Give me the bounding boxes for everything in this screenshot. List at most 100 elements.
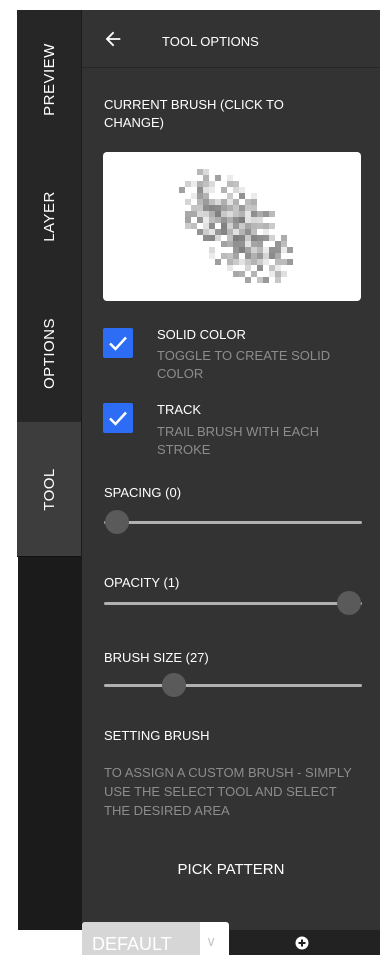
brush-pixel xyxy=(233,259,239,265)
brush-pixel xyxy=(233,235,239,241)
brush-pattern-image xyxy=(179,169,293,283)
brush-pixel xyxy=(221,205,227,211)
brush-pixel xyxy=(227,253,233,259)
brush-pixel xyxy=(233,187,239,193)
slider-thumb[interactable] xyxy=(104,510,129,534)
brush-pixel xyxy=(239,271,245,277)
slider-thumb[interactable] xyxy=(337,591,362,615)
brush-pixel xyxy=(221,211,227,217)
brush-pixel xyxy=(281,259,287,265)
brush-pixel xyxy=(251,241,257,247)
brush-pixel xyxy=(209,217,215,223)
brush-pixel xyxy=(227,223,233,229)
brush-pixel xyxy=(215,175,221,181)
brush-pixel xyxy=(263,247,269,253)
brush-pixel xyxy=(221,199,227,205)
brush-pixel xyxy=(275,259,281,265)
pick-pattern-button[interactable]: PICK PATTERN xyxy=(82,845,380,893)
brush-pixel xyxy=(263,235,269,241)
brush-pixel xyxy=(197,217,203,223)
tab-options-label: OPTIONS xyxy=(40,317,58,390)
brush-pixel xyxy=(245,247,251,253)
brush-pixel xyxy=(245,223,251,229)
brush-pixel xyxy=(257,277,263,283)
brush-preview[interactable] xyxy=(103,152,361,301)
brush-pixel xyxy=(251,217,257,223)
brush-pixel xyxy=(221,229,227,235)
brush-pixel xyxy=(197,193,203,199)
brush-pixel xyxy=(257,265,263,271)
setting-brush-title: SETTING BRUSH xyxy=(104,728,210,743)
brush-pixel xyxy=(233,217,239,223)
brush-pixel xyxy=(227,205,233,211)
brush-pixel xyxy=(191,223,197,229)
brush-pixel xyxy=(281,271,287,277)
brush-pixel xyxy=(269,223,275,229)
brush-pixel xyxy=(233,211,239,217)
brush-pixel xyxy=(275,253,281,259)
opacity-slider[interactable] xyxy=(104,591,362,617)
brush-pixel xyxy=(251,193,257,199)
brush-pixel xyxy=(251,253,257,259)
slider-track xyxy=(104,521,362,524)
brush-pixel xyxy=(209,229,215,235)
brush-pixel xyxy=(197,187,203,193)
brush-pixel xyxy=(221,241,227,247)
brush-pixel xyxy=(227,229,233,235)
tab-layer[interactable]: LAYER xyxy=(17,148,81,286)
arrow-left-icon[interactable] xyxy=(102,28,124,50)
brush-pixel xyxy=(203,169,209,175)
brush-pixel xyxy=(227,235,233,241)
brush-pixel xyxy=(209,199,215,205)
brush-pixel xyxy=(227,175,233,181)
track-checkbox[interactable] xyxy=(103,403,133,433)
tab-tool[interactable]: TOOL xyxy=(17,422,81,557)
spacing-label: SPACING (0) xyxy=(104,485,182,500)
brush-pixel xyxy=(221,187,227,193)
brush-pixel xyxy=(227,211,233,217)
brush-pixel xyxy=(245,253,251,259)
brush-pixel xyxy=(275,271,281,277)
brush-pixel xyxy=(197,229,203,235)
brush-pixel xyxy=(263,223,269,229)
slider-thumb[interactable] xyxy=(161,673,186,697)
brush-pixel xyxy=(281,247,287,253)
plus-circle-icon[interactable] xyxy=(295,936,309,950)
track-description: TRAIL BRUSH WITH EACH STROKE xyxy=(157,424,320,457)
brush-pixel xyxy=(239,211,245,217)
brush-pixel xyxy=(275,277,281,283)
brush-pixel xyxy=(191,205,197,211)
brush-pixel xyxy=(191,211,197,217)
brush-pixel xyxy=(287,247,293,253)
solid-color-checkbox[interactable] xyxy=(103,328,133,358)
brush-pixel xyxy=(263,229,269,235)
brush-pixel xyxy=(269,211,275,217)
brush-pixel xyxy=(251,211,257,217)
brush-preset-select[interactable]: DEFAULT ∨ xyxy=(82,922,229,955)
spacing-slider[interactable] xyxy=(104,510,362,536)
tab-preview[interactable]: PREVIEW xyxy=(17,10,81,149)
brush-pixel xyxy=(209,247,215,253)
brush-pixel xyxy=(191,181,197,187)
brush-pixel xyxy=(245,241,251,247)
brush-pixel xyxy=(269,265,275,271)
brush-pixel xyxy=(257,259,263,265)
brush-pixel xyxy=(185,181,191,187)
brush-pixel xyxy=(233,271,239,277)
brush-pixel xyxy=(209,253,215,259)
brush-pixel xyxy=(245,235,251,241)
brush-pixel xyxy=(203,223,209,229)
brush-pixel xyxy=(239,193,245,199)
brush-pixel xyxy=(221,253,227,259)
brush-pixel xyxy=(245,259,251,265)
brush-pixel xyxy=(257,247,263,253)
brush-pixel xyxy=(233,247,239,253)
track-title: TRACK xyxy=(157,402,202,417)
tab-options[interactable]: OPTIONS xyxy=(17,285,81,423)
brush-pixel xyxy=(251,247,257,253)
brush-pixel xyxy=(215,205,221,211)
brush-size-slider[interactable] xyxy=(104,673,362,699)
brush-pixel xyxy=(263,253,269,259)
brush-pixel xyxy=(233,241,239,247)
brush-pixel xyxy=(227,259,233,265)
